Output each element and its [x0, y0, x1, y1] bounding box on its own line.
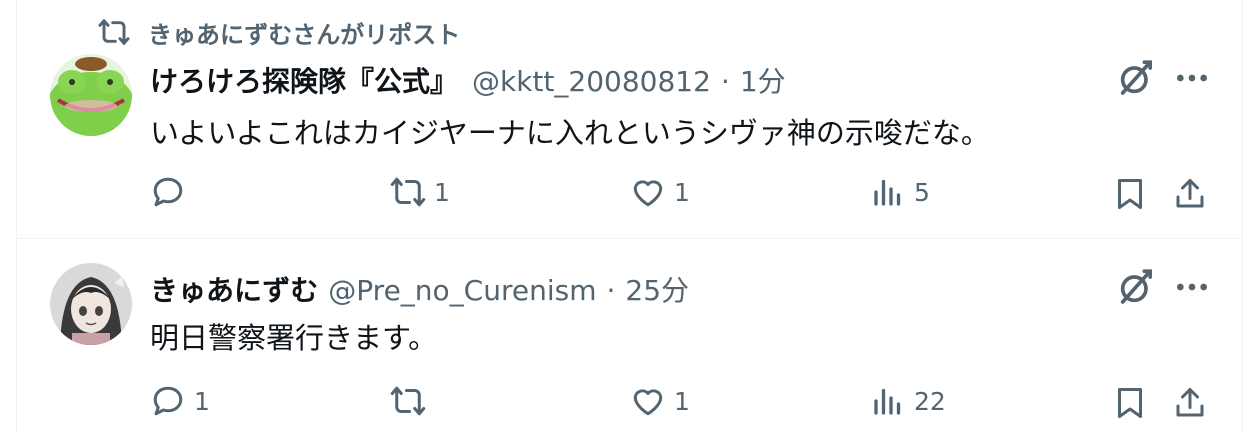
like-button[interactable]: 1 [630, 383, 690, 419]
display-name[interactable]: きゅあにずむ [150, 269, 318, 309]
anime-avatar-image [50, 263, 132, 345]
view-count: 22 [914, 386, 946, 416]
reply-icon [153, 177, 183, 207]
like-count: 1 [674, 177, 690, 207]
like-icon [633, 389, 663, 416]
views-icon [874, 179, 901, 206]
reply-button[interactable] [150, 174, 194, 210]
tweet-header: けろけろ探険隊『公式』 @kktt_20080812 · 1分 [150, 60, 786, 100]
reply-button[interactable]: 1 [150, 383, 210, 419]
share-icon[interactable] [1172, 176, 1208, 212]
timestamp[interactable]: 25分 [625, 269, 689, 309]
retweet-icon [390, 386, 426, 416]
views-button[interactable]: 5 [870, 174, 930, 210]
user-handle[interactable]: @kktt_20080812 [472, 65, 711, 98]
grok-icon[interactable] [1116, 267, 1156, 307]
grok-icon[interactable] [1116, 58, 1156, 98]
bookmark-icon[interactable] [1112, 385, 1148, 421]
retweet-count: 1 [434, 177, 450, 207]
reply-count: 1 [194, 386, 210, 416]
retweet-button[interactable] [390, 383, 434, 419]
reply-icon [153, 386, 183, 416]
frog-avatar-image [50, 54, 132, 136]
tweet-text: いよいよこれはカイジヤーナに入れというシヴァ神の示唆だな。 [150, 116, 990, 150]
like-button[interactable]: 1 [630, 174, 690, 210]
more-icon[interactable] [1172, 58, 1212, 98]
tweet[interactable]: けろけろ探険隊『公式』 @kktt_20080812 · 1分 いよいよこれはカ… [0, 0, 1252, 238]
views-icon [874, 388, 901, 415]
tweet-text: 明日警察署行きます。 [150, 321, 438, 355]
retweet-icon [390, 177, 426, 207]
view-count: 5 [914, 177, 930, 207]
separator: · [720, 65, 730, 98]
like-count: 1 [674, 386, 690, 416]
avatar[interactable] [50, 54, 132, 136]
timestamp[interactable]: 1分 [740, 60, 786, 100]
user-handle[interactable]: @Pre_no_Curenism [328, 274, 596, 307]
bookmark-icon[interactable] [1112, 176, 1148, 212]
more-icon[interactable] [1172, 267, 1212, 307]
share-icon[interactable] [1172, 385, 1208, 421]
separator: · [606, 274, 616, 307]
tweet[interactable]: きゅあにずむ @Pre_no_Curenism · 25分 明日警察署行きます。… [0, 239, 1252, 432]
tweet-header: きゅあにずむ @Pre_no_Curenism · 25分 [150, 269, 689, 309]
retweet-button[interactable]: 1 [390, 174, 450, 210]
avatar[interactable] [50, 263, 132, 345]
like-icon [633, 180, 663, 207]
display-name[interactable]: けろけろ探険隊『公式』 [150, 60, 458, 100]
views-button[interactable]: 22 [870, 383, 946, 419]
